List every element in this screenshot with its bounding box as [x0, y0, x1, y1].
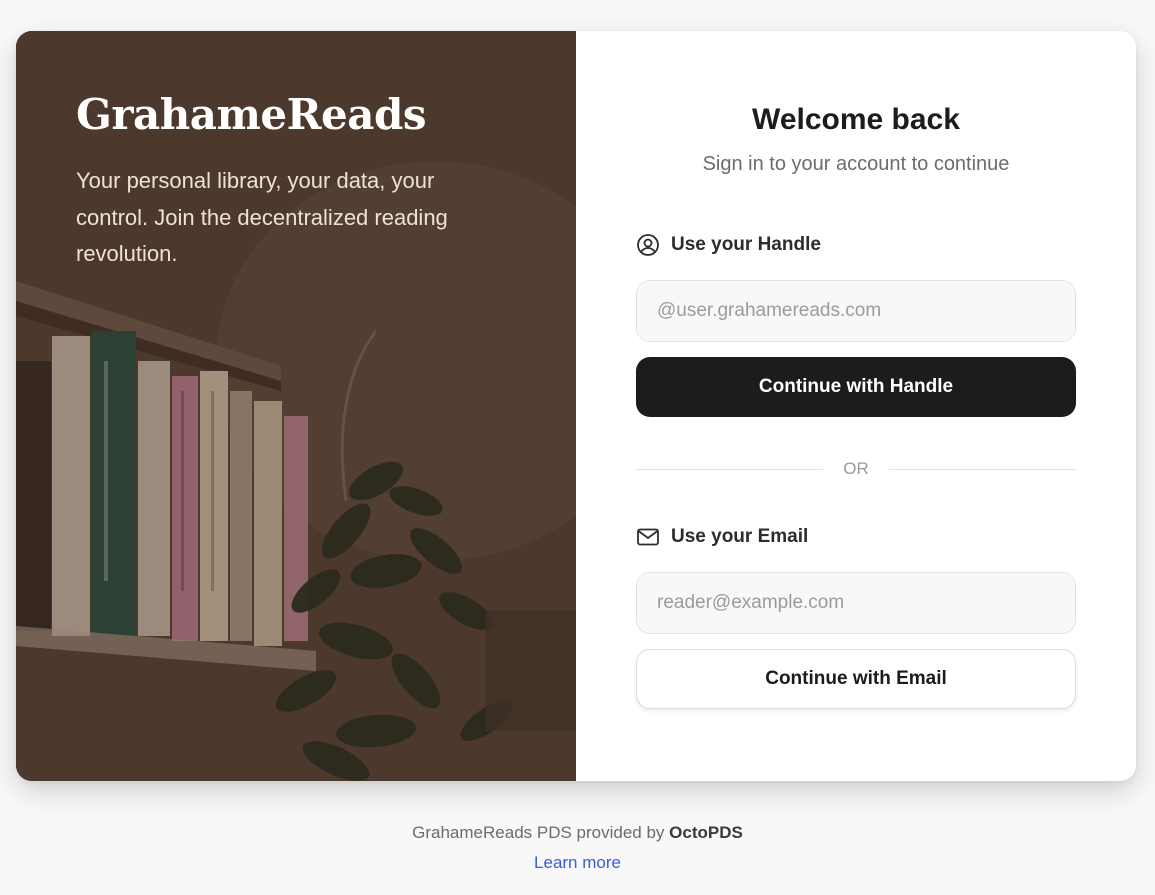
- login-card: GrahameReads Your personal library, your…: [16, 31, 1136, 781]
- user-circle-icon: [636, 233, 660, 257]
- handle-section-label: Use your Handle: [636, 233, 821, 257]
- learn-more-link[interactable]: Learn more: [534, 853, 621, 872]
- handle-input[interactable]: [636, 280, 1076, 342]
- footer-learn: Learn more: [0, 853, 1155, 873]
- divider-label: OR: [843, 459, 869, 478]
- email-section-label: Use your Email: [636, 525, 808, 549]
- email-input[interactable]: [636, 572, 1076, 634]
- brand-title: GrahameReads: [76, 90, 426, 139]
- email-label-text: Use your Email: [671, 526, 809, 547]
- handle-label-text: Use your Handle: [671, 234, 821, 255]
- continue-handle-button[interactable]: Continue with Handle: [636, 357, 1076, 417]
- hero-text: GrahameReads Your personal library, your…: [76, 89, 496, 273]
- signin-panel: Welcome back Sign in to your account to …: [576, 31, 1136, 781]
- footer-prefix: GrahameReads PDS provided by: [412, 823, 665, 842]
- divider-line-right: [888, 468, 1076, 470]
- continue-email-button[interactable]: Continue with Email: [636, 649, 1076, 709]
- page-subtitle: Sign in to your account to continue: [702, 153, 1010, 175]
- tagline: Your personal library, your data, your c…: [76, 168, 448, 266]
- page-title: Welcome back: [752, 103, 960, 136]
- footer-provider: OctoPDS: [669, 823, 743, 842]
- hero-panel: GrahameReads Your personal library, your…: [16, 31, 576, 781]
- footer-credit: GrahameReads PDS provided by OctoPDS: [0, 823, 1155, 843]
- or-divider: OR: [636, 459, 1076, 479]
- mail-icon: [636, 525, 660, 549]
- divider-line-left: [636, 468, 824, 470]
